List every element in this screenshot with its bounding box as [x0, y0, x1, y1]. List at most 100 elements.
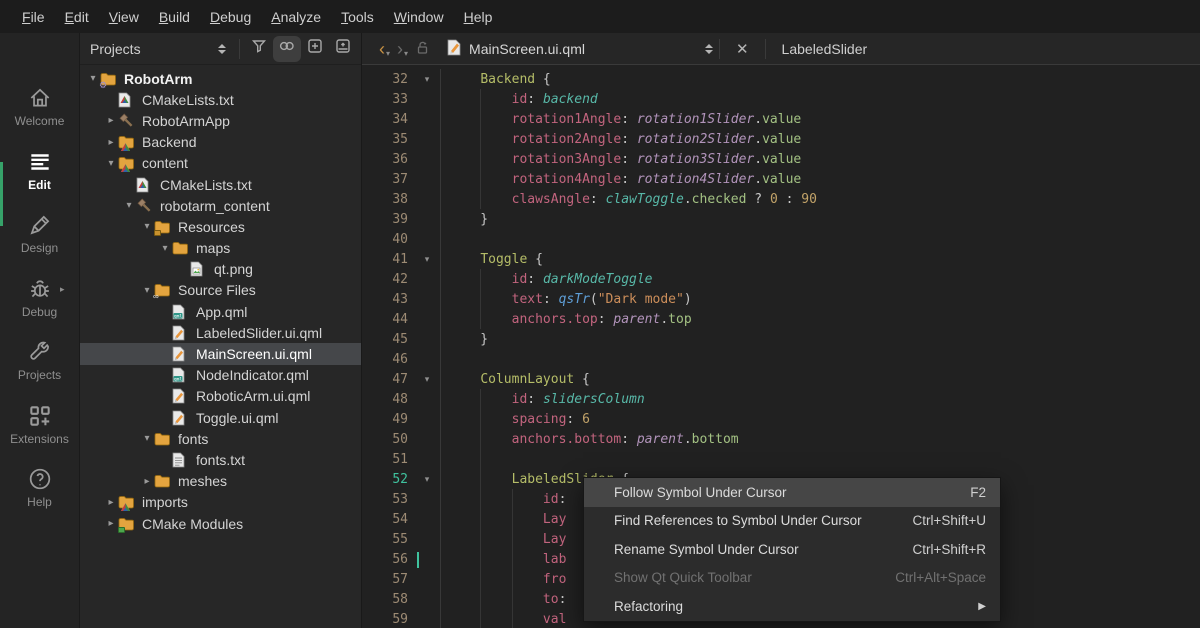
code-line-48[interactable]: 48 id: slidersColumn — [362, 389, 1200, 409]
mode-debug[interactable]: ▸Debug — [0, 276, 79, 340]
menu-build[interactable]: Build — [149, 3, 200, 31]
collapse-arrow-icon[interactable]: ▾ — [122, 200, 136, 211]
tree-item-nodeindicator-qml[interactable]: qmlNodeIndicator.qml — [80, 365, 361, 386]
collapse-arrow-icon[interactable]: ▾ — [86, 73, 100, 84]
folder-link-icon: ∞ — [154, 282, 174, 299]
tab-divider — [719, 39, 720, 59]
mode-design[interactable]: Design — [0, 212, 79, 276]
menu-view[interactable]: View — [99, 3, 149, 31]
tree-item-meshes[interactable]: ▸meshes — [80, 471, 361, 492]
tree-item-content[interactable]: ▾content — [80, 153, 361, 174]
code-line-49[interactable]: 49 spacing: 6 — [362, 409, 1200, 429]
collapse-arrow-icon[interactable]: ▾ — [140, 433, 154, 444]
lock-icon[interactable] — [414, 39, 431, 59]
expand-arrow-icon[interactable]: ▸ — [104, 137, 118, 148]
code-line-39[interactable]: 39 } — [362, 209, 1200, 229]
code-line-33[interactable]: 33 id: backend — [362, 89, 1200, 109]
fold-marker-icon[interactable]: ▾ — [414, 74, 440, 85]
menu-debug[interactable]: Debug — [200, 3, 261, 31]
tree-item-toggle-ui-qml[interactable]: Toggle.ui.qml — [80, 407, 361, 428]
line-number: 36 — [362, 152, 414, 167]
mode-extensions[interactable]: Extensions — [0, 403, 79, 467]
mode-projects[interactable]: Projects — [0, 339, 79, 403]
mode-edit[interactable]: Edit — [0, 149, 79, 213]
expand-arrow-icon[interactable]: ▸ — [140, 476, 154, 487]
indent-guide — [480, 269, 481, 289]
code-line-43[interactable]: 43 text: qsTr("Dark mode") — [362, 289, 1200, 309]
expand-arrow-icon[interactable]: ▸ — [104, 115, 118, 126]
tree-item-label: maps — [192, 240, 230, 256]
collapse-arrow-icon[interactable]: ▾ — [140, 221, 154, 232]
collapse-arrow-icon[interactable]: ▾ — [140, 285, 154, 296]
code-line-46[interactable]: 46 — [362, 349, 1200, 369]
menu-analyze[interactable]: Analyze — [261, 3, 331, 31]
expand-arrow-icon[interactable]: ▸ — [104, 497, 118, 508]
tree-item-qt-png[interactable]: qt.png — [80, 259, 361, 280]
panel-mode-combo[interactable]: Projects — [90, 41, 234, 57]
tree-item-labeledslider-ui-qml[interactable]: LabeledSlider.ui.qml — [80, 322, 361, 343]
tree-item-app-qml[interactable]: qmlApp.qml — [80, 301, 361, 322]
context-menu-item-follow-symbol-under-cursor[interactable]: Follow Symbol Under CursorF2 — [584, 478, 1000, 507]
tree-item-resources[interactable]: ▾Resources — [80, 216, 361, 237]
tree-item-cmakelists-txt[interactable]: CMakeLists.txt — [80, 174, 361, 195]
tree-item-fonts-txt[interactable]: fonts.txt — [80, 449, 361, 470]
context-menu-item-rename-symbol-under-cursor[interactable]: Rename Symbol Under CursorCtrl+Shift+R — [584, 535, 1000, 564]
tree-item-robotarm-content[interactable]: ▾robotarm_content — [80, 195, 361, 216]
code-line-45[interactable]: 45 } — [362, 329, 1200, 349]
mode-submenu-arrow-icon[interactable]: ▸ — [60, 284, 65, 295]
code-text — [440, 449, 1200, 469]
context-menu-item-find-references-to-symbol-under-cursor[interactable]: Find References to Symbol Under CursorCt… — [584, 507, 1000, 536]
code-line-32[interactable]: 32▾ Backend { — [362, 69, 1200, 89]
close-file-button[interactable]: ✕ — [726, 40, 759, 58]
code-line-36[interactable]: 36 rotation3Angle: rotation3Slider.value — [362, 149, 1200, 169]
tree-item-fonts[interactable]: ▾fonts — [80, 428, 361, 449]
tree-item-maps[interactable]: ▾ maps — [80, 238, 361, 259]
tree-item-robotarmapp[interactable]: ▸RobotArmApp — [80, 110, 361, 131]
menu-tools[interactable]: Tools — [331, 3, 384, 31]
mode-welcome[interactable]: Welcome — [0, 85, 79, 149]
close-pane-button[interactable] — [329, 36, 357, 62]
expand-arrow-icon[interactable]: ▸ — [104, 518, 118, 529]
fold-marker-icon[interactable]: ▾ — [414, 254, 440, 265]
tree-item-cmakelists-txt[interactable]: CMakeLists.txt — [80, 89, 361, 110]
code-text: anchors.bottom: parent.bottom — [440, 429, 1200, 449]
tree-item-label: NodeIndicator.qml — [192, 367, 309, 383]
code-line-44[interactable]: 44 anchors.top: parent.top — [362, 309, 1200, 329]
context-menu-shortcut: Ctrl+Alt+Space — [895, 570, 986, 585]
open-file-tab[interactable]: MainScreen.ui.qml — [469, 41, 585, 57]
code-line-37[interactable]: 37 rotation4Angle: rotation4Slider.value — [362, 169, 1200, 189]
code-line-35[interactable]: 35 rotation2Angle: rotation2Slider.value — [362, 129, 1200, 149]
code-line-41[interactable]: 41▾ Toggle { — [362, 249, 1200, 269]
file-dropdown-icon[interactable] — [705, 44, 713, 54]
line-number: 34 — [362, 112, 414, 127]
tree-item-source-files[interactable]: ▾∞Source Files — [80, 280, 361, 301]
indent-guide — [480, 169, 481, 189]
symbol-context-dropdown[interactable]: LabeledSlider — [772, 41, 868, 57]
sync-with-editor-button[interactable] — [273, 36, 301, 62]
code-line-50[interactable]: 50 anchors.bottom: parent.bottom — [362, 429, 1200, 449]
code-line-47[interactable]: 47▾ ColumnLayout { — [362, 369, 1200, 389]
collapse-arrow-icon[interactable]: ▾ — [104, 158, 118, 169]
fold-marker-icon[interactable]: ▾ — [414, 374, 440, 385]
split-button[interactable] — [301, 36, 329, 62]
code-line-34[interactable]: 34 rotation1Angle: rotation1Slider.value — [362, 109, 1200, 129]
menu-file[interactable]: File — [12, 3, 55, 31]
code-line-51[interactable]: 51 — [362, 449, 1200, 469]
tree-item-backend[interactable]: ▸Backend — [80, 132, 361, 153]
tree-item-imports[interactable]: ▸imports — [80, 492, 361, 513]
code-line-42[interactable]: 42 id: darkModeToggle — [362, 269, 1200, 289]
fold-marker-icon[interactable]: ▾ — [414, 474, 440, 485]
menu-window[interactable]: Window — [384, 3, 454, 31]
filter-button[interactable] — [245, 36, 273, 62]
code-line-38[interactable]: 38 clawsAngle: clawToggle.checked ? 0 : … — [362, 189, 1200, 209]
mode-help[interactable]: Help — [0, 466, 79, 530]
code-line-40[interactable]: 40 — [362, 229, 1200, 249]
tree-item-mainscreen-ui-qml[interactable]: MainScreen.ui.qml — [80, 343, 361, 364]
tree-item-cmake-modules[interactable]: ▸CMake Modules — [80, 513, 361, 534]
collapse-arrow-icon[interactable]: ▾ — [158, 243, 172, 254]
tree-item-robotarm[interactable]: ▾⚙RobotArm — [80, 68, 361, 89]
tree-item-roboticarm-ui-qml[interactable]: RoboticArm.ui.qml — [80, 386, 361, 407]
context-menu-item-refactoring[interactable]: Refactoring▶ — [584, 592, 1000, 621]
menu-edit[interactable]: Edit — [55, 3, 99, 31]
menu-help[interactable]: Help — [454, 3, 503, 31]
